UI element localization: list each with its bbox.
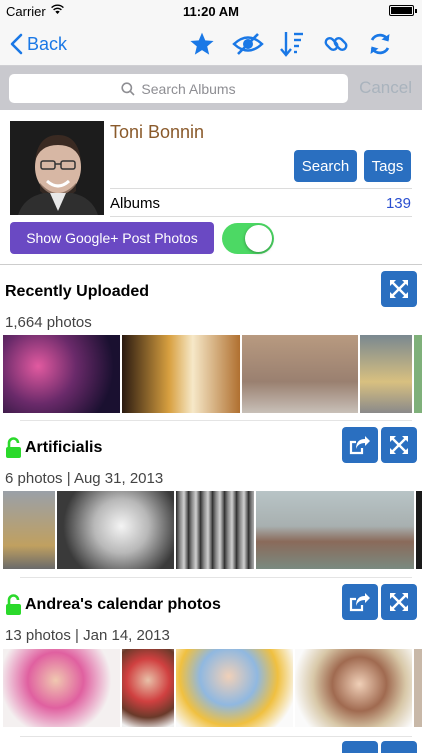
section-subtitle: 1,664 photos xyxy=(5,314,92,331)
expand-button[interactable] xyxy=(381,741,417,753)
share-button[interactable] xyxy=(342,427,378,463)
chevron-left-icon xyxy=(10,33,23,55)
section-subtitle: 6 photos | Aug 31, 2013 xyxy=(5,470,164,487)
photo-thumbnail[interactable] xyxy=(3,491,55,569)
search-bar: Search Albums Cancel xyxy=(0,66,422,110)
expand-icon xyxy=(390,280,408,298)
photo-strip xyxy=(0,335,422,413)
unlocked-icon xyxy=(6,437,21,458)
photo-thumbnail[interactable] xyxy=(3,649,120,727)
avatar xyxy=(10,121,104,215)
search-button[interactable]: Search xyxy=(294,150,357,182)
navigation-bar: Back xyxy=(0,22,422,66)
divider xyxy=(20,736,412,737)
share-button[interactable] xyxy=(342,741,378,753)
expand-button[interactable] xyxy=(381,271,417,307)
album-section-artificialis: Artificialis 6 photos | Aug 31, 2013 xyxy=(0,421,422,578)
photo-thumbnail[interactable] xyxy=(295,649,412,727)
sort-icon[interactable] xyxy=(277,29,307,59)
unlocked-icon xyxy=(6,594,21,615)
status-bar: Carrier 11:20 AM xyxy=(0,0,422,22)
cancel-button[interactable]: Cancel xyxy=(359,78,412,98)
photo-thumbnail[interactable] xyxy=(414,335,422,413)
link-icon[interactable] xyxy=(321,29,351,59)
photo-thumbnail[interactable] xyxy=(414,649,422,727)
photo-thumbnail[interactable] xyxy=(256,491,414,569)
star-icon[interactable] xyxy=(187,29,217,59)
photo-thumbnail[interactable] xyxy=(242,335,358,413)
search-icon xyxy=(121,81,135,96)
photo-thumbnail[interactable] xyxy=(57,491,174,569)
photo-thumbnail[interactable] xyxy=(122,649,174,727)
share-icon xyxy=(349,593,370,612)
show-google-plus-photos-button[interactable]: Show Google+ Post Photos xyxy=(10,222,214,254)
expand-button[interactable] xyxy=(381,427,417,463)
tags-button[interactable]: Tags xyxy=(364,150,411,182)
share-icon xyxy=(349,436,370,455)
photo-thumbnail[interactable] xyxy=(176,491,254,569)
divider xyxy=(110,188,412,189)
back-label: Back xyxy=(27,33,68,54)
battery-icon xyxy=(389,5,417,16)
hide-eye-icon[interactable] xyxy=(231,29,265,59)
search-placeholder: Search Albums xyxy=(141,80,236,97)
section-title: Andrea's calendar photos xyxy=(5,594,221,616)
profile-name: Toni Bonnin xyxy=(110,122,205,142)
photo-thumbnail[interactable] xyxy=(416,491,422,569)
expand-icon xyxy=(390,593,408,611)
album-section-recently-uploaded: Recently Uploaded 1,664 photos xyxy=(0,265,422,421)
clock: 11:20 AM xyxy=(183,4,239,19)
photo-thumbnail[interactable] xyxy=(176,649,293,727)
photo-thumbnail[interactable] xyxy=(122,335,240,413)
section-subtitle: 13 photos | Jan 14, 2013 xyxy=(5,627,170,644)
albums-label: Albums xyxy=(110,195,161,212)
albums-count[interactable]: 139 xyxy=(386,195,411,212)
photo-thumbnail[interactable] xyxy=(3,335,120,413)
section-title: Artificialis xyxy=(5,437,102,459)
photo-thumbnail[interactable] xyxy=(360,335,412,413)
album-section-andreas-calendar-photos: Andrea's calendar photos 13 photos | Jan… xyxy=(0,578,422,753)
expand-button[interactable] xyxy=(381,584,417,620)
profile-header: Toni Bonnin Search Tags Albums 139 Show … xyxy=(0,110,422,265)
toggle-knob xyxy=(245,225,272,252)
expand-icon xyxy=(390,436,408,454)
refresh-icon[interactable] xyxy=(365,29,395,59)
section-title: Recently Uploaded xyxy=(5,283,150,300)
photo-strip xyxy=(0,491,422,569)
photo-strip xyxy=(0,649,422,727)
google-plus-toggle[interactable] xyxy=(222,223,274,254)
back-button[interactable]: Back xyxy=(10,30,67,58)
search-input[interactable]: Search Albums xyxy=(9,74,348,103)
share-button[interactable] xyxy=(342,584,378,620)
divider xyxy=(110,216,412,217)
